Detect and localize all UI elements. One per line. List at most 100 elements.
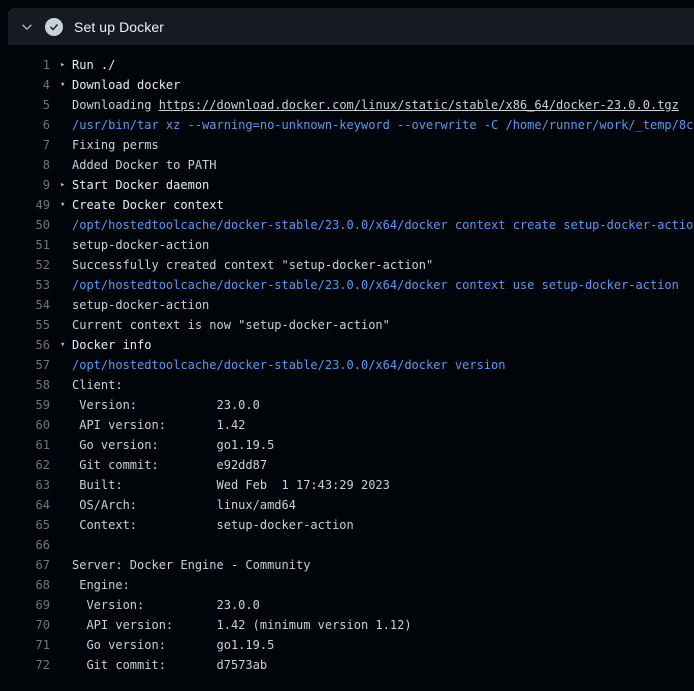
log-line: 51setup-docker-action	[0, 235, 694, 255]
line-number[interactable]: 55	[0, 315, 50, 335]
log-line: 6/usr/bin/tar xz --warning=no-unknown-ke…	[0, 115, 694, 135]
line-number[interactable]: 49	[0, 195, 50, 215]
line-number[interactable]: 71	[0, 635, 50, 655]
log-text: Git commit: d7573ab	[50, 655, 267, 675]
log-line: 71 Go version: go1.19.5	[0, 635, 694, 655]
line-number[interactable]: 51	[0, 235, 50, 255]
line-number[interactable]: 52	[0, 255, 50, 275]
log-line: 5Downloading https://download.docker.com…	[0, 95, 694, 115]
log-line: 64 OS/Arch: linux/amd64	[0, 495, 694, 515]
log-line: 50/opt/hostedtoolcache/docker-stable/23.…	[0, 215, 694, 235]
check-circle-icon	[45, 18, 63, 36]
line-number[interactable]: 1	[0, 55, 50, 75]
line-number[interactable]: 54	[0, 295, 50, 315]
log-text: Go version: go1.19.5	[50, 635, 274, 655]
group-title: Docker info	[72, 335, 151, 355]
line-number[interactable]: 6	[0, 115, 50, 135]
line-number[interactable]: 4	[0, 75, 50, 95]
log-text: Version: 23.0.0	[50, 595, 260, 615]
group-title: Download docker	[72, 75, 180, 95]
log-text: Downloading https://download.docker.com/…	[50, 95, 679, 115]
log-line: 67Server: Docker Engine - Community	[0, 555, 694, 575]
line-number[interactable]: 70	[0, 615, 50, 635]
log-text: Version: 23.0.0	[50, 395, 260, 415]
log-command-text: /opt/hostedtoolcache/docker-stable/23.0.…	[50, 355, 505, 375]
log-text: Current context is now "setup-docker-act…	[50, 315, 390, 335]
line-number[interactable]: 9	[0, 175, 50, 195]
log-text: setup-docker-action	[50, 295, 209, 315]
line-number[interactable]: 72	[0, 655, 50, 675]
triangle-down-icon: ▾	[60, 75, 72, 95]
line-number[interactable]: 50	[0, 215, 50, 235]
log-line: 4▾Download docker	[0, 75, 694, 95]
log-group-header[interactable]: ▾Download docker	[50, 75, 180, 95]
log-line: 68 Engine:	[0, 575, 694, 595]
line-number[interactable]: 59	[0, 395, 50, 415]
line-number[interactable]: 65	[0, 515, 50, 535]
step-header[interactable]: Set up Docker	[8, 8, 694, 45]
log-line: 61 Go version: go1.19.5	[0, 435, 694, 455]
log-line: 52Successfully created context "setup-do…	[0, 255, 694, 275]
log-line: 9▸Start Docker daemon	[0, 175, 694, 195]
group-title: Start Docker daemon	[72, 175, 209, 195]
log-text: Downloading	[72, 98, 159, 112]
chevron-down-icon[interactable]	[20, 20, 34, 34]
log-line: 53/opt/hostedtoolcache/docker-stable/23.…	[0, 275, 694, 295]
log-group-header[interactable]: ▸Start Docker daemon	[50, 175, 209, 195]
line-number[interactable]: 61	[0, 435, 50, 455]
log-command-text: /usr/bin/tar xz --warning=no-unknown-key…	[50, 115, 694, 135]
log-line: 65 Context: setup-docker-action	[0, 515, 694, 535]
line-number[interactable]: 5	[0, 95, 50, 115]
triangle-right-icon: ▸	[60, 175, 72, 195]
log-url-link[interactable]: https://download.docker.com/linux/static…	[159, 98, 679, 112]
log-text: API version: 1.42 (minimum version 1.12)	[50, 615, 412, 635]
triangle-down-icon: ▾	[60, 335, 72, 355]
line-number[interactable]: 53	[0, 275, 50, 295]
log-text: setup-docker-action	[50, 235, 209, 255]
log-line: 59 Version: 23.0.0	[0, 395, 694, 415]
log-line: 56▾Docker info	[0, 335, 694, 355]
log-line: 58Client:	[0, 375, 694, 395]
log-line: 70 API version: 1.42 (minimum version 1.…	[0, 615, 694, 635]
triangle-right-icon: ▸	[60, 55, 72, 75]
log-command-text: /opt/hostedtoolcache/docker-stable/23.0.…	[50, 215, 694, 235]
log-group-header[interactable]: ▾Docker info	[50, 335, 151, 355]
line-number[interactable]: 64	[0, 495, 50, 515]
line-number[interactable]: 69	[0, 595, 50, 615]
log-text: API version: 1.42	[50, 415, 245, 435]
line-number[interactable]: 8	[0, 155, 50, 175]
line-number[interactable]: 58	[0, 375, 50, 395]
line-number[interactable]: 63	[0, 475, 50, 495]
log-line: 63 Built: Wed Feb 1 17:43:29 2023	[0, 475, 694, 495]
line-number[interactable]: 57	[0, 355, 50, 375]
log-line: 8Added Docker to PATH	[0, 155, 694, 175]
log-line: 57/opt/hostedtoolcache/docker-stable/23.…	[0, 355, 694, 375]
log-line: 69 Version: 23.0.0	[0, 595, 694, 615]
line-number[interactable]: 56	[0, 335, 50, 355]
log-line: 62 Git commit: e92dd87	[0, 455, 694, 475]
log-line: 66	[0, 535, 694, 555]
log-line: 54setup-docker-action	[0, 295, 694, 315]
log-line: 55Current context is now "setup-docker-a…	[0, 315, 694, 335]
log-text: OS/Arch: linux/amd64	[50, 495, 296, 515]
log-text: Client:	[50, 375, 123, 395]
line-number[interactable]: 60	[0, 415, 50, 435]
log-text: Context: setup-docker-action	[50, 515, 354, 535]
log-line: 49▾Create Docker context	[0, 195, 694, 215]
line-number[interactable]: 67	[0, 555, 50, 575]
line-number[interactable]: 66	[0, 535, 50, 555]
log-line: 72 Git commit: d7573ab	[0, 655, 694, 675]
log-line: 60 API version: 1.42	[0, 415, 694, 435]
log-text: Engine:	[50, 575, 130, 595]
log-text: Git commit: e92dd87	[50, 455, 267, 475]
log-text: Added Docker to PATH	[50, 155, 217, 175]
log-command-text: /opt/hostedtoolcache/docker-stable/23.0.…	[50, 275, 679, 295]
log-text: Go version: go1.19.5	[50, 435, 274, 455]
log-group-header[interactable]: ▾Create Docker context	[50, 195, 224, 215]
log-group-header[interactable]: ▸Run ./	[50, 55, 115, 75]
log-text: Server: Docker Engine - Community	[50, 555, 310, 575]
line-number[interactable]: 62	[0, 455, 50, 475]
line-number[interactable]: 68	[0, 575, 50, 595]
log-line: 7Fixing perms	[0, 135, 694, 155]
line-number[interactable]: 7	[0, 135, 50, 155]
